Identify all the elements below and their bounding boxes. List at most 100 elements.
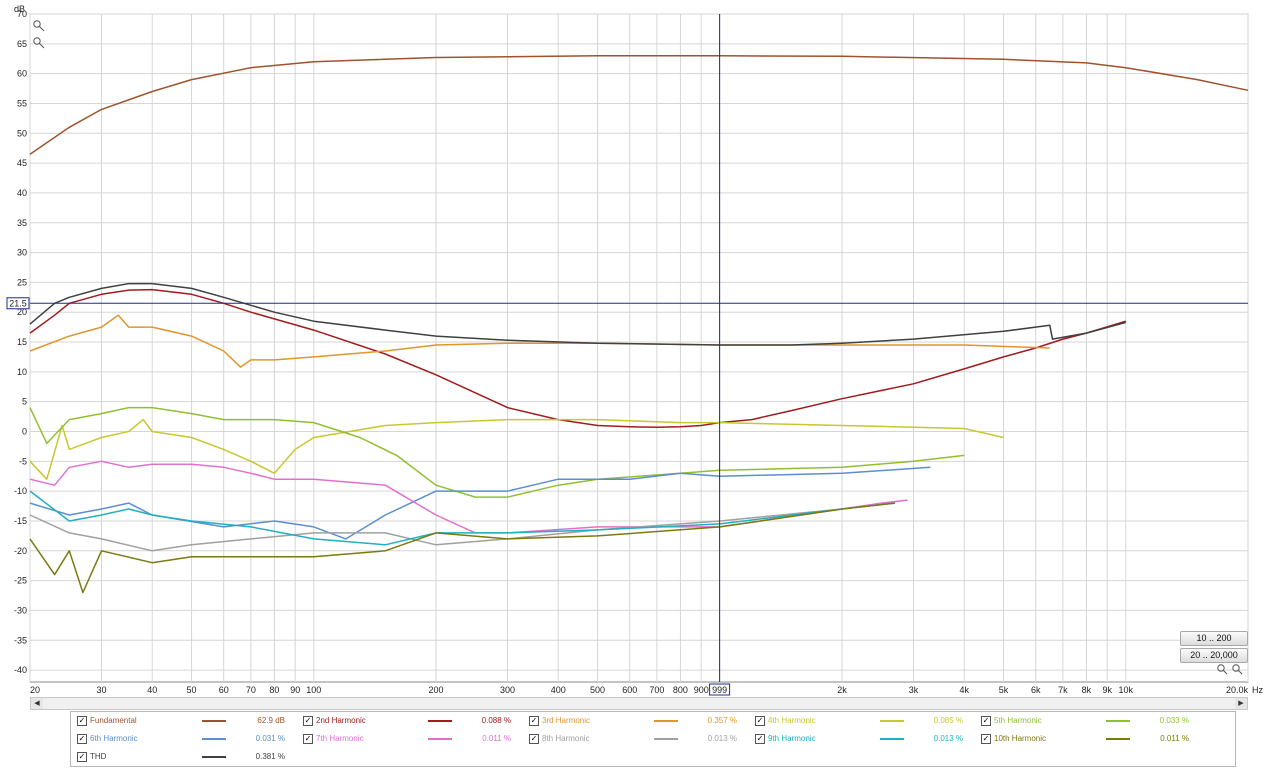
y-tick-label: 15 bbox=[17, 337, 27, 347]
legend-swatch bbox=[202, 756, 226, 758]
y-tick-label: -25 bbox=[14, 576, 27, 586]
legend-label: 2nd Harmonic bbox=[316, 716, 366, 725]
legend-swatch bbox=[880, 738, 904, 740]
x-tick-label: 90 bbox=[290, 685, 300, 695]
x-axis-label: Hz bbox=[1252, 685, 1263, 695]
x-tick-label: 8k bbox=[1082, 685, 1092, 695]
x-tick-label: 300 bbox=[500, 685, 515, 695]
legend-swatch bbox=[654, 738, 678, 740]
legend-label: 8th Harmonic bbox=[542, 734, 590, 743]
y-tick-label: -40 bbox=[14, 665, 27, 675]
x-tick-label: 6k bbox=[1031, 685, 1041, 695]
legend-item-3rd-harmonic: ✓ 3rd Harmonic 0.357 % bbox=[529, 714, 744, 727]
range-10-200-button[interactable]: 10 .. 200 bbox=[1180, 631, 1248, 646]
x-tick-label: 3k bbox=[909, 685, 919, 695]
legend-value: 0.357 % bbox=[707, 716, 737, 725]
legend-value: 62.9 dB bbox=[257, 716, 285, 725]
x-tick-label: 80 bbox=[269, 685, 279, 695]
x-tick-label: 100 bbox=[306, 685, 321, 695]
y-tick-label: 45 bbox=[17, 158, 27, 168]
y-tick-label: 0 bbox=[22, 427, 27, 437]
legend-swatch bbox=[202, 738, 226, 740]
y-tick-label: -20 bbox=[14, 546, 27, 556]
range-20-20000-button[interactable]: 20 .. 20,000 bbox=[1180, 648, 1248, 663]
x-tick-label: 600 bbox=[622, 685, 637, 695]
x-tick-label: 200 bbox=[428, 685, 443, 695]
legend-label: 3rd Harmonic bbox=[542, 716, 591, 725]
legend-checkbox-3rd-harmonic[interactable]: ✓ bbox=[529, 716, 539, 726]
legend-item-thd: ✓ THD 0.381 % bbox=[77, 750, 292, 763]
y-tick-label: 50 bbox=[17, 128, 27, 138]
legend-swatch bbox=[428, 720, 452, 722]
x-tick-label: 400 bbox=[551, 685, 566, 695]
legend-checkbox-thd[interactable]: ✓ bbox=[77, 752, 87, 762]
legend-checkbox-fundamental[interactable]: ✓ bbox=[77, 716, 87, 726]
legend-value: 0.033 % bbox=[1159, 716, 1189, 725]
legend-checkbox-5th-harmonic[interactable]: ✓ bbox=[981, 716, 991, 726]
y-tick-label: 40 bbox=[17, 188, 27, 198]
x-tick-label: 500 bbox=[590, 685, 605, 695]
legend-item-9th-harmonic: ✓ 9th Harmonic 0.013 % bbox=[755, 732, 970, 745]
cursor-x-readout: 999 bbox=[712, 685, 727, 695]
x-tick-label: 2k bbox=[837, 685, 847, 695]
legend-label: Fundamental bbox=[90, 716, 137, 725]
y-tick-label: 65 bbox=[17, 39, 27, 49]
x-tick-label: 10k bbox=[1119, 685, 1134, 695]
legend-panel: ✓ Fundamental 62.9 dB ✓ 2nd Harmonic 0.088 % ✓… bbox=[70, 711, 1236, 767]
legend-checkbox-6th-harmonic[interactable]: ✓ bbox=[77, 734, 87, 744]
legend-item-4th-harmonic: ✓ 4th Harmonic 0.085 % bbox=[755, 714, 970, 727]
legend-checkbox-7th-harmonic[interactable]: ✓ bbox=[303, 734, 313, 744]
legend-label: 6th Harmonic bbox=[90, 734, 138, 743]
legend-value: 0.013 % bbox=[707, 734, 737, 743]
horizontal-scrollbar[interactable]: ◀ ▶ bbox=[30, 697, 1248, 710]
legend-label: THD bbox=[90, 752, 107, 761]
x-tick-label: 20 bbox=[30, 685, 40, 695]
legend-checkbox-9th-harmonic[interactable]: ✓ bbox=[755, 734, 765, 744]
legend-swatch bbox=[1106, 720, 1130, 722]
legend-value: 0.085 % bbox=[933, 716, 963, 725]
y-tick-label: 10 bbox=[17, 367, 27, 377]
legend-item-8th-harmonic: ✓ 8th Harmonic 0.013 % bbox=[529, 732, 744, 745]
x-tick-label: 50 bbox=[187, 685, 197, 695]
y-tick-label: -5 bbox=[19, 456, 27, 466]
y-tick-label: -10 bbox=[14, 486, 27, 496]
x-tick-label: 4k bbox=[959, 685, 969, 695]
x-tick-label: 5k bbox=[999, 685, 1009, 695]
legend-item-fundamental: ✓ Fundamental 62.9 dB bbox=[77, 714, 292, 727]
x-tick-label: 60 bbox=[219, 685, 229, 695]
scroll-right-arrow-icon[interactable]: ▶ bbox=[1235, 698, 1247, 709]
legend-swatch bbox=[654, 720, 678, 722]
legend-checkbox-8th-harmonic[interactable]: ✓ bbox=[529, 734, 539, 744]
legend-value: 0.011 % bbox=[1160, 734, 1189, 743]
x-tick-label: 9k bbox=[1102, 685, 1112, 695]
legend-checkbox-2nd-harmonic[interactable]: ✓ bbox=[303, 716, 313, 726]
legend-label: 9th Harmonic bbox=[768, 734, 816, 743]
y-tick-label: 55 bbox=[17, 98, 27, 108]
legend-item-7th-harmonic: ✓ 7th Harmonic 0.011 % bbox=[303, 732, 518, 745]
x-tick-label: 900 bbox=[694, 685, 709, 695]
legend-item-2nd-harmonic: ✓ 2nd Harmonic 0.088 % bbox=[303, 714, 518, 727]
legend-swatch bbox=[428, 738, 452, 740]
legend-checkbox-4th-harmonic[interactable]: ✓ bbox=[755, 716, 765, 726]
legend-checkbox-10th-harmonic[interactable]: ✓ bbox=[981, 734, 991, 744]
y-tick-label: 30 bbox=[17, 248, 27, 258]
y-tick-label: -35 bbox=[14, 635, 27, 645]
x-tick-label: 70 bbox=[246, 685, 256, 695]
y-tick-label: -15 bbox=[14, 516, 27, 526]
legend-swatch bbox=[1106, 738, 1130, 740]
y-tick-label: 35 bbox=[17, 218, 27, 228]
legend-label: 4th Harmonic bbox=[768, 716, 816, 725]
x-axis-ticks: 20 30 40 50 60 70 80 90 100 200 300 400 500 600 700 800… bbox=[30, 685, 1248, 695]
y-tick-label: 5 bbox=[22, 397, 27, 407]
legend-label: 10th Harmonic bbox=[994, 734, 1047, 743]
x-tick-label: 30 bbox=[96, 685, 106, 695]
y-axis-label: dB bbox=[14, 4, 25, 14]
x-tick-label: 20.0k bbox=[1226, 685, 1249, 695]
legend-value: 0.088 % bbox=[481, 716, 511, 725]
y-tick-label: 60 bbox=[17, 69, 27, 79]
legend-value: 0.031 % bbox=[255, 734, 285, 743]
plot-area bbox=[29, 13, 1249, 683]
scroll-left-arrow-icon[interactable]: ◀ bbox=[31, 698, 43, 709]
legend-value: 0.011 % bbox=[482, 734, 511, 743]
grid bbox=[29, 13, 1249, 683]
